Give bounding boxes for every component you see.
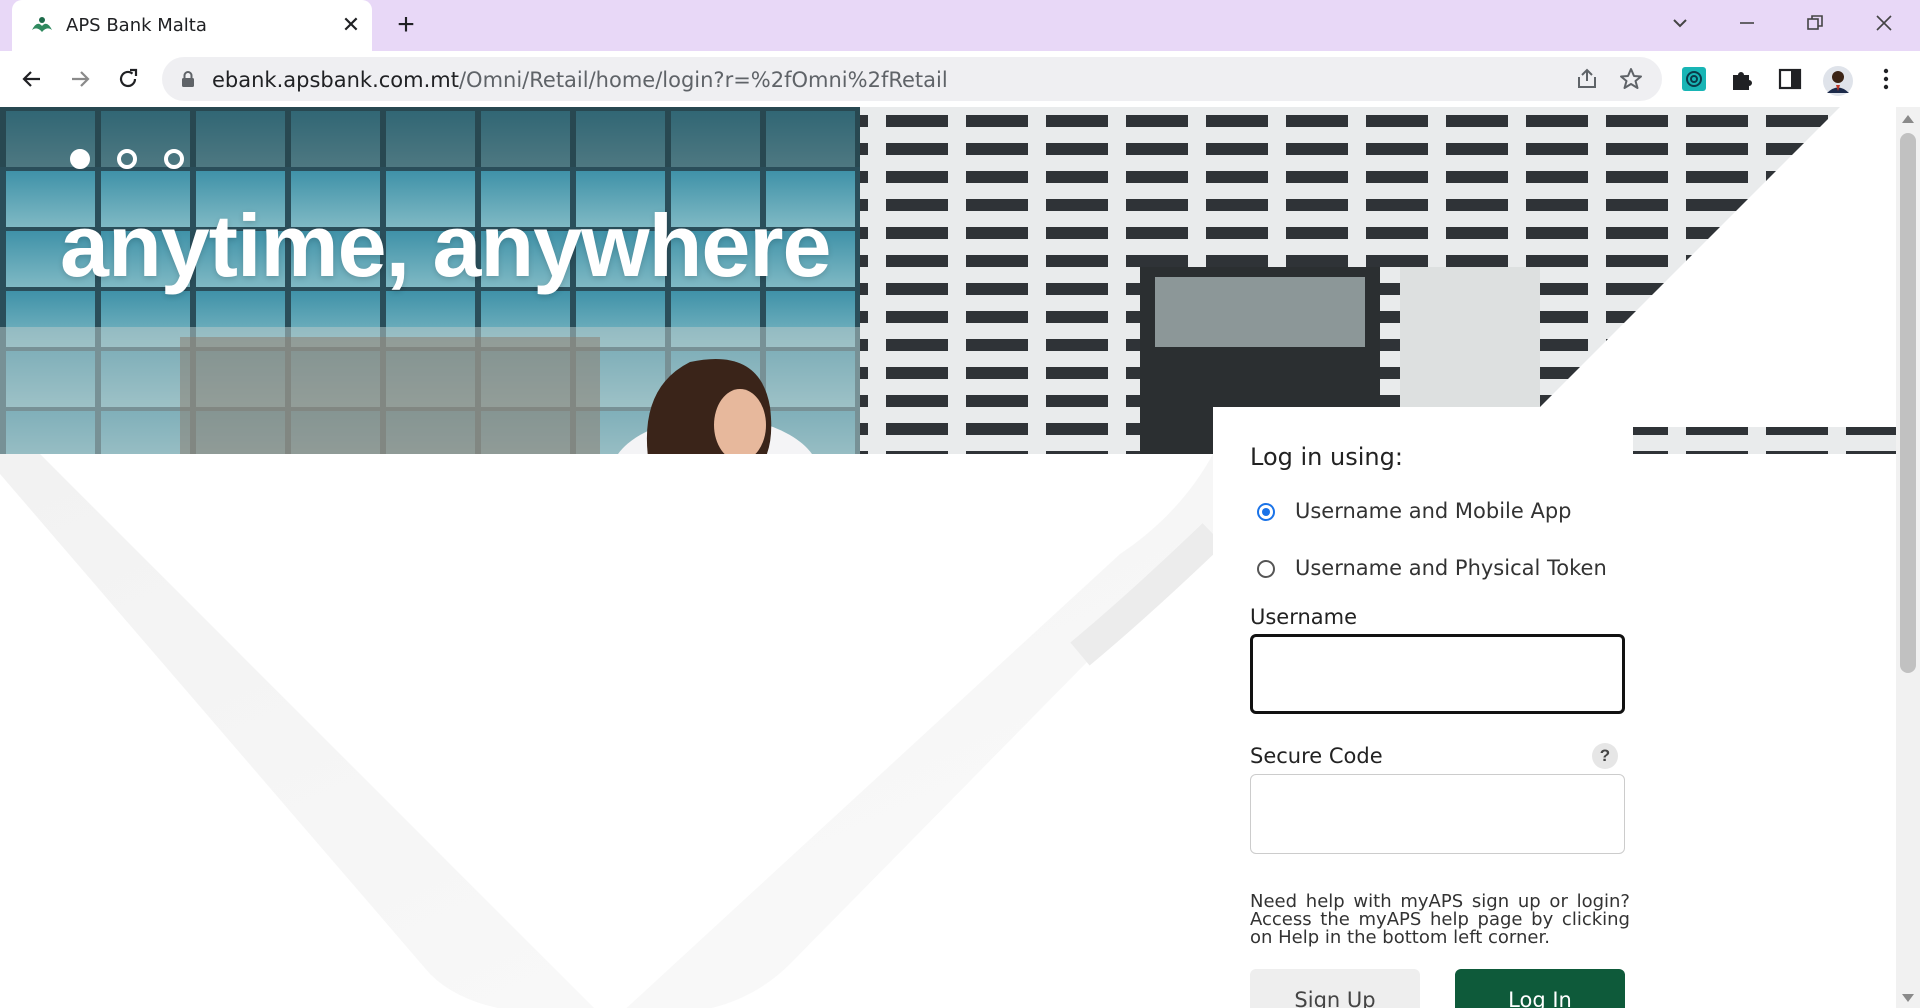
scroll-up-arrow-icon[interactable] xyxy=(1902,115,1914,123)
close-window-icon[interactable] xyxy=(1864,8,1904,38)
new-tab-button[interactable]: + xyxy=(390,10,422,42)
username-input[interactable] xyxy=(1250,634,1625,714)
hero-banner: anytime, anywhere xyxy=(0,107,1896,454)
tab-close-icon[interactable]: ✕ xyxy=(338,12,364,38)
share-icon[interactable] xyxy=(1574,66,1600,92)
reload-icon[interactable] xyxy=(110,61,146,97)
hero-headline: anytime, anywhere xyxy=(60,196,831,295)
browser-tab[interactable]: APS Bank Malta ✕ xyxy=(12,0,372,51)
secure-code-label: Secure Code xyxy=(1250,744,1383,768)
username-label: Username xyxy=(1250,605,1358,629)
forward-icon[interactable] xyxy=(62,61,98,97)
back-icon[interactable] xyxy=(14,61,50,97)
option-physical-token-label[interactable]: Username and Physical Token xyxy=(1295,556,1607,580)
radio-mobile-app[interactable] xyxy=(1257,503,1275,521)
extension-icon[interactable] xyxy=(1676,61,1712,97)
log-in-button[interactable]: Log In xyxy=(1455,969,1625,1008)
scrollbar-thumb[interactable] xyxy=(1900,133,1916,673)
browser-toolbar: ebank.apsbank.com.mt/Omni/Retail/home/lo… xyxy=(0,51,1920,108)
url-text: ebank.apsbank.com.mt/Omni/Retail/home/lo… xyxy=(212,68,948,92)
login-help-text: Need help with myAPS sign up or login? A… xyxy=(1250,891,1630,948)
carousel-dot-1[interactable] xyxy=(70,149,90,169)
bookmark-star-icon[interactable] xyxy=(1618,66,1644,92)
login-title: Log in using: xyxy=(1250,443,1403,471)
side-panel-icon[interactable] xyxy=(1772,61,1808,97)
profile-avatar[interactable] xyxy=(1820,61,1856,97)
secure-code-input[interactable] xyxy=(1250,774,1625,854)
puzzle-extensions-icon[interactable] xyxy=(1724,61,1760,97)
radio-physical-token[interactable] xyxy=(1257,560,1275,578)
browser-tab-bar: APS Bank Malta ✕ + xyxy=(0,0,1920,51)
address-bar[interactable]: ebank.apsbank.com.mt/Omni/Retail/home/lo… xyxy=(162,57,1662,101)
page-scrollbar[interactable] xyxy=(1896,107,1920,1008)
decorative-diagonal-band xyxy=(0,454,1213,1008)
option-mobile-app-label[interactable]: Username and Mobile App xyxy=(1295,499,1572,523)
menu-kebab-icon[interactable] xyxy=(1868,61,1904,97)
scroll-down-arrow-icon[interactable] xyxy=(1902,994,1914,1002)
restore-icon[interactable] xyxy=(1795,8,1835,38)
tab-search-icon[interactable] xyxy=(1660,8,1700,38)
carousel-dot-3[interactable] xyxy=(164,149,184,169)
aps-logo-icon xyxy=(32,17,52,32)
login-panel: Log in using: Username and Mobile App Us… xyxy=(1213,407,1633,1008)
carousel-dot-2[interactable] xyxy=(117,149,137,169)
sign-up-button[interactable]: Sign Up xyxy=(1250,969,1420,1008)
tab-title: APS Bank Malta xyxy=(66,15,207,36)
minimize-icon[interactable] xyxy=(1727,8,1767,38)
page-content: anytime, anywhere Log in using: Username… xyxy=(0,107,1896,1008)
secure-code-help-icon[interactable]: ? xyxy=(1592,743,1618,769)
lock-icon[interactable] xyxy=(180,70,196,88)
